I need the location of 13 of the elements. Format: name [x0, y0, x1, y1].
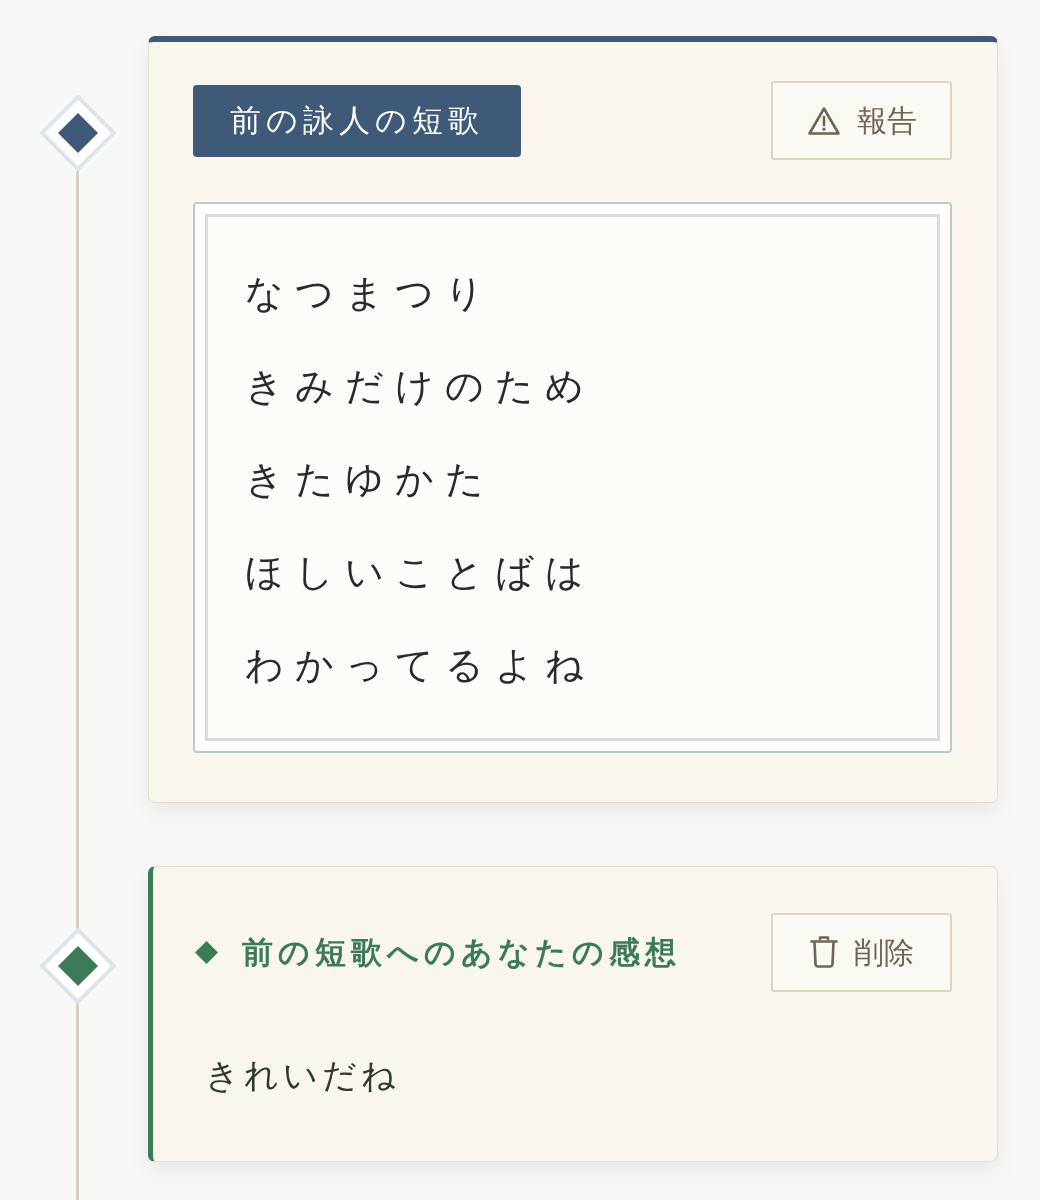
trash-icon: [809, 935, 838, 969]
section-label: 前の詠人の短歌: [193, 84, 521, 157]
warning-icon: [806, 105, 841, 136]
section-title: 前の短歌へのあなたの感想: [242, 932, 681, 972]
delete-button[interactable]: 削除: [771, 912, 952, 992]
poem-line: なつまつり: [245, 270, 495, 317]
poem-line: わかってるよね: [245, 642, 595, 689]
poem-line: きみだけのため: [245, 363, 595, 410]
poem-line: きたゆかた: [245, 456, 495, 503]
report-button[interactable]: 報告: [771, 81, 952, 160]
diamond-icon: [195, 940, 218, 964]
poem-line: ほしいことばは: [245, 549, 595, 596]
comment-text: きれいだね: [205, 1054, 400, 1097]
